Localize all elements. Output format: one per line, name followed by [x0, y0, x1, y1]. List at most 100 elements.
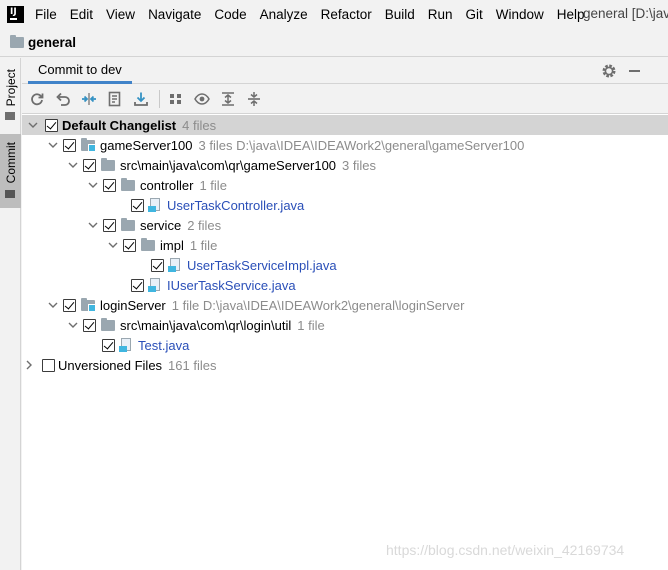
tree-row-unversioned[interactable]: Unversioned Files 161 files — [22, 355, 668, 375]
service-file-label: IUserTaskService.java — [167, 277, 296, 293]
menu-refactor[interactable]: Refactor — [321, 7, 378, 22]
show-diff-icon[interactable] — [81, 91, 97, 107]
expand-arrow-icon[interactable] — [48, 140, 58, 150]
menu-edit[interactable]: Edit — [70, 7, 99, 22]
watermark-text: https://blog.csdn.net/weixin_42169734 — [386, 542, 625, 558]
login-src-checkbox[interactable] — [83, 318, 96, 332]
game-src-checkbox[interactable] — [83, 158, 96, 172]
expand-arrow-icon[interactable] — [88, 220, 98, 230]
java-file-icon — [119, 338, 133, 352]
group-by-icon[interactable] — [168, 91, 184, 107]
game-module-label: gameServer100 — [100, 137, 193, 153]
impl-meta: 1 file — [189, 237, 218, 253]
game-src-meta: 3 files — [342, 157, 376, 173]
controller-label: controller — [140, 177, 194, 193]
expand-arrow-icon[interactable] — [68, 160, 78, 170]
menu-run[interactable]: Run — [428, 7, 459, 22]
unversioned-meta: 161 files — [168, 357, 217, 373]
tab-commit-to-dev[interactable]: Commit to dev — [28, 58, 132, 84]
tree-row-changelist[interactable]: Default Changelist 4 files — [22, 115, 668, 135]
tree-row-controller-file[interactable]: UserTaskController.java — [22, 195, 668, 215]
rollback-icon[interactable] — [55, 91, 71, 107]
expand-arrow-icon[interactable] — [28, 120, 38, 130]
service-file-checkbox[interactable] — [131, 278, 144, 292]
tree-row-controller[interactable]: controller 1 file — [22, 175, 668, 195]
changelist-icon[interactable] — [107, 91, 123, 107]
intellij-logo-icon: IJ — [7, 6, 24, 23]
expand-arrow-icon[interactable] — [68, 320, 78, 330]
project-folder-icon — [10, 35, 24, 48]
service-checkbox[interactable] — [103, 218, 116, 232]
module-folder-icon — [81, 297, 96, 312]
menu-view[interactable]: View — [106, 7, 141, 22]
login-module-label: loginServer — [100, 297, 166, 313]
eye-icon[interactable] — [194, 91, 210, 107]
breadcrumb-project[interactable]: general — [28, 35, 76, 50]
minimize-icon[interactable] — [629, 70, 640, 72]
tree-row-login-module[interactable]: loginServer 1 file D:\java\IDEA\IDEAWork… — [22, 295, 668, 315]
folder-icon — [101, 157, 115, 171]
java-file-icon — [148, 278, 162, 292]
left-tool-strip: Project Commit — [0, 58, 21, 570]
tree-row-login-src[interactable]: src\main\java\com\qr\login\util 1 file — [22, 315, 668, 335]
commit-tool-tab[interactable]: Commit — [0, 134, 21, 208]
menu-window[interactable]: Window — [496, 7, 550, 22]
game-module-checkbox[interactable] — [63, 138, 76, 152]
navigation-bar: general — [0, 29, 668, 57]
expand-arrow-icon[interactable] — [88, 180, 98, 190]
menu-navigate[interactable]: Navigate — [148, 7, 207, 22]
expand-arrow-icon[interactable] — [108, 240, 118, 250]
impl-label: impl — [160, 237, 184, 253]
game-src-label: src\main\java\com\qr\gameServer100 — [120, 157, 337, 173]
impl-checkbox[interactable] — [123, 238, 136, 252]
unversioned-checkbox[interactable] — [42, 358, 55, 372]
project-tool-tab[interactable]: Project — [0, 62, 21, 128]
changelist-count: 4 files — [182, 117, 217, 133]
login-src-meta: 1 file — [297, 317, 325, 333]
tree-row-test-file[interactable]: Test.java — [22, 335, 668, 355]
changes-tree: Default Changelist 4 files gameServer100… — [22, 115, 668, 375]
login-module-checkbox[interactable] — [63, 298, 76, 312]
menu-file[interactable]: File — [35, 7, 63, 22]
controller-checkbox[interactable] — [103, 178, 116, 192]
java-file-icon — [168, 258, 182, 272]
folder-icon — [121, 217, 135, 231]
tree-row-impl-file[interactable]: UserTaskServiceImpl.java — [22, 255, 668, 275]
module-folder-icon — [81, 137, 96, 152]
expand-all-icon[interactable] — [220, 91, 236, 107]
collapsed-arrow-icon[interactable] — [24, 360, 34, 370]
folder-icon — [141, 237, 155, 251]
folder-icon — [101, 317, 115, 331]
controller-file-checkbox[interactable] — [131, 198, 144, 212]
refresh-icon[interactable] — [29, 91, 45, 107]
project-tab-icon — [5, 112, 15, 120]
commit-tab-icon — [5, 190, 15, 198]
changelist-label: Default Changelist — [62, 117, 177, 133]
menu-build[interactable]: Build — [385, 7, 421, 22]
controller-meta: 1 file — [199, 177, 227, 193]
menu-git[interactable]: Git — [466, 7, 489, 22]
gear-icon[interactable] — [601, 63, 617, 79]
commit-tool-window: Commit to dev Default Changelist 4 files… — [22, 58, 668, 570]
menu-bar: IJ File Edit View Navigate Code Analyze Refact… — [0, 0, 668, 29]
menu-items: File Edit View Navigate Code Analyze Refactor B… — [35, 7, 598, 22]
folder-icon — [121, 177, 135, 191]
test-file-checkbox[interactable] — [102, 338, 115, 352]
menu-code[interactable]: Code — [214, 7, 252, 22]
tool-window-header: Commit to dev — [22, 58, 668, 84]
tree-row-service-file[interactable]: IUserTaskService.java — [22, 275, 668, 295]
tree-row-game-src[interactable]: src\main\java\com\qr\gameServer100 3 fil… — [22, 155, 668, 175]
controller-file-label: UserTaskController.java — [167, 197, 305, 213]
expand-arrow-icon[interactable] — [48, 300, 58, 310]
shelve-icon[interactable] — [133, 91, 149, 107]
collapse-all-icon[interactable] — [246, 91, 262, 107]
game-module-meta: 3 files D:\java\IDEA\IDEAWork2\general\g… — [198, 137, 525, 153]
impl-file-checkbox[interactable] — [151, 258, 164, 272]
test-file-label: Test.java — [138, 337, 190, 353]
menu-analyze[interactable]: Analyze — [260, 7, 314, 22]
login-module-meta: 1 file D:\java\IDEA\IDEAWork2\general\lo… — [171, 297, 465, 313]
tree-row-impl[interactable]: impl 1 file — [22, 235, 668, 255]
changelist-checkbox[interactable] — [45, 118, 58, 132]
tree-row-service[interactable]: service 2 files — [22, 215, 668, 235]
tree-row-game-module[interactable]: gameServer100 3 files D:\java\IDEA\IDEAW… — [22, 135, 668, 155]
